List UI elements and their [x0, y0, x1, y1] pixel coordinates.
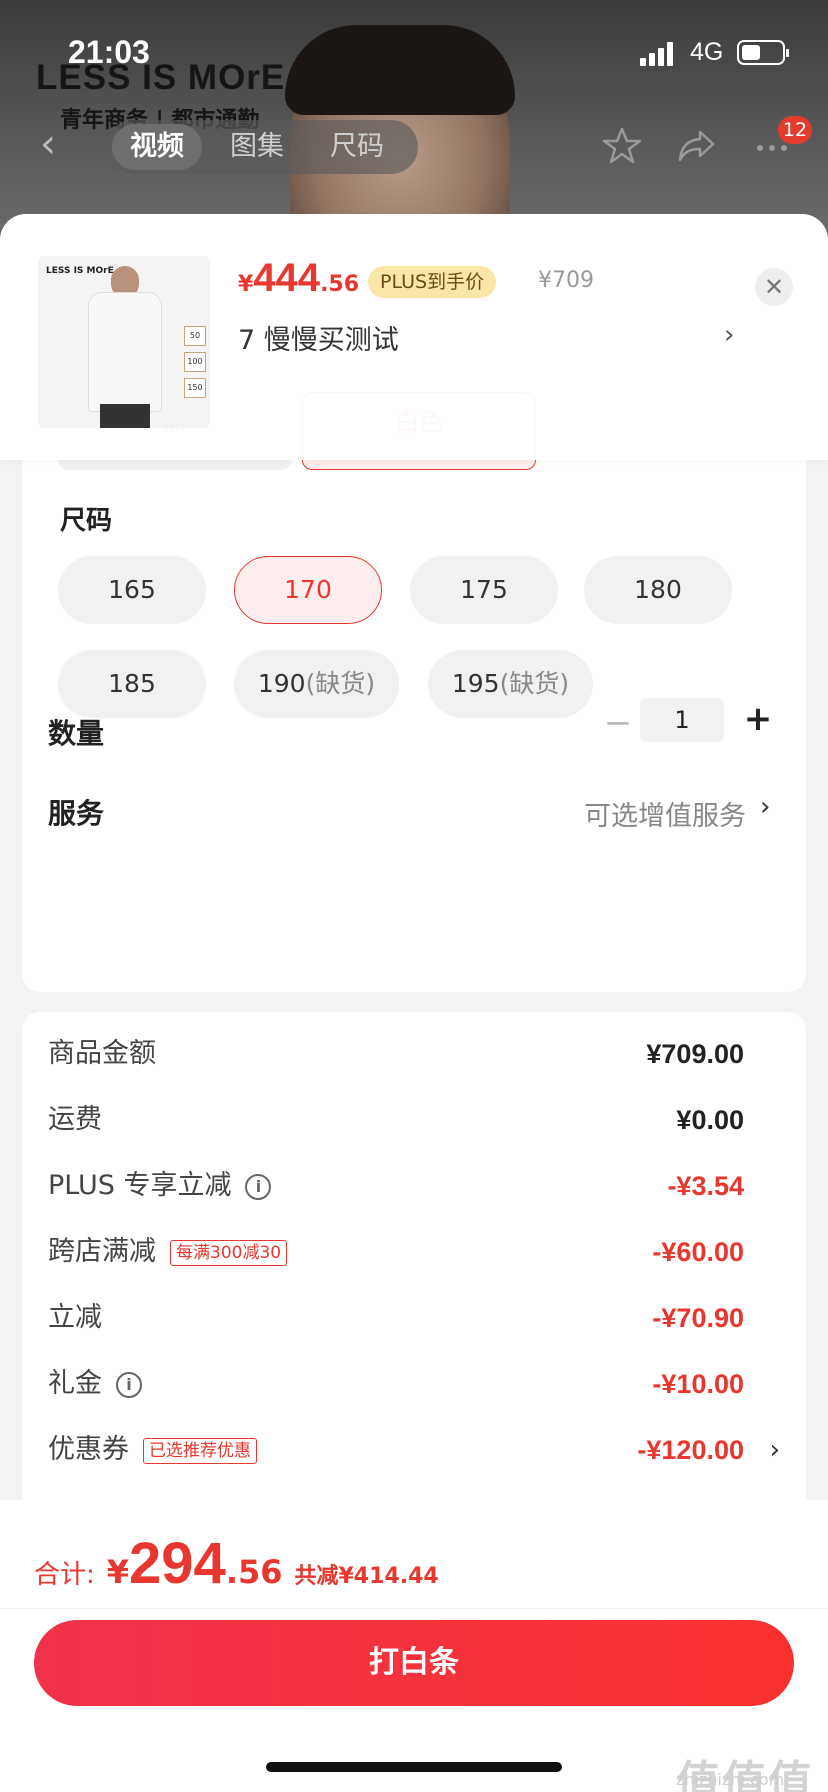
watermark-url: zhizhizhi.com [676, 1770, 785, 1789]
battery-icon [737, 40, 789, 65]
line-shipping: 运费 ¥0.00 [48, 1104, 744, 1135]
plus-price: ¥ 444 .56 [238, 256, 360, 300]
close-icon[interactable]: ✕ [755, 268, 793, 306]
info-icon[interactable]: i [245, 1173, 272, 1200]
size-option-185[interactable]: 185 [58, 650, 206, 718]
out-of-stock-label: (缺货) [499, 669, 570, 698]
info-icon[interactable]: i [116, 1371, 142, 1398]
quantity-plus-button[interactable]: + [738, 698, 778, 740]
back-chevron-icon[interactable]: ‹ [40, 124, 70, 164]
quantity-minus-button[interactable]: − [600, 702, 636, 744]
top-nav: ‹ 视频 图集 尺码 [0, 110, 828, 180]
total-price: 合计: ¥ 294 .56 共减¥414.44 [34, 1531, 439, 1596]
size-title: 尺码 [60, 506, 113, 536]
original-price: ¥709 [538, 268, 594, 293]
chevron-right-icon[interactable]: › [724, 320, 734, 350]
line-plus-discount: PLUS 专享立减 i -¥3.54 [48, 1170, 744, 1201]
quantity-input[interactable]: 1 [640, 698, 724, 742]
service-selector[interactable]: 可选增值服务 [584, 794, 746, 833]
notification-badge: 12 [778, 116, 812, 144]
price-breakdown-card: 商品金额 ¥709.00 运费 ¥0.00 PLUS 专享立减 i -¥3.54 … [22, 1012, 806, 1532]
sheet-header: LESS IS MOrE 50 100 150 ¥ 444 .56 PLUS到手… [0, 214, 828, 460]
line-gift-money: 礼金 i -¥10.00 [48, 1368, 744, 1399]
size-option-190[interactable]: 190(缺货) [234, 650, 399, 718]
total-label: 合计: [34, 1560, 95, 1590]
service-label: 服务 [48, 797, 105, 830]
selected-variant[interactable]: 7 慢慢买测试 [238, 318, 399, 357]
line-instant-discount: 立减 -¥70.90 [48, 1302, 744, 1333]
total-saved: 共减¥414.44 [294, 1564, 439, 1589]
product-thumbnail: LESS IS MOrE 50 100 150 [38, 256, 210, 428]
coupon-tag: 150 [184, 378, 206, 398]
size-option-165[interactable]: 165 [58, 556, 206, 624]
chevron-right-icon[interactable]: › [770, 1430, 780, 1470]
size-option-195[interactable]: 195(缺货) [428, 650, 593, 718]
share-icon[interactable] [676, 126, 716, 166]
network-type: 4G [690, 38, 724, 66]
tab-gallery[interactable]: 图集 [212, 124, 302, 170]
line-coupon[interactable]: 优惠券 已选推荐优惠 -¥120.00 › [48, 1430, 780, 1470]
line-goods-amount: 商品金额 ¥709.00 [48, 1038, 744, 1069]
media-tabs: 视频 图集 尺码 [106, 120, 418, 174]
chevron-right-icon[interactable]: › [760, 792, 770, 822]
size-option-170[interactable]: 170 [234, 556, 382, 624]
signal-icon [640, 42, 674, 66]
coupon-selected-tag: 已选推荐优惠 [143, 1437, 257, 1464]
pay-baitiao-button[interactable]: 打白条 [34, 1620, 794, 1706]
quantity-label: 数量 [48, 717, 105, 750]
checkout-bar: 合计: ¥ 294 .56 共减¥414.44 打白条 值值值 zhizhizh… [0, 1500, 828, 1792]
home-indicator[interactable] [266, 1762, 562, 1772]
status-bar: 21:03 4G [0, 0, 828, 100]
tab-video[interactable]: 视频 [112, 124, 202, 170]
star-icon[interactable] [602, 126, 642, 166]
plus-price-badge: PLUS到手价 [368, 266, 497, 298]
options-card: 黑 白色 尺码 165 170 175 180 185 190(缺货) 195(… [22, 382, 806, 992]
status-time: 21:03 [68, 34, 150, 70]
promo-tag: 每满300减30 [170, 1239, 288, 1266]
tab-size[interactable]: 尺码 [312, 124, 402, 170]
jacket-image [88, 292, 162, 412]
size-option-180[interactable]: 180 [584, 556, 732, 624]
out-of-stock-label: (缺货) [305, 669, 376, 698]
coupon-tag: 50 [184, 326, 206, 346]
thumb-brand: LESS IS MOrE [46, 266, 114, 276]
coupon-tag: 100 [184, 352, 206, 372]
line-cross-store-discount: 跨店满减 每满300减30 -¥60.00 [48, 1236, 744, 1267]
size-option-175[interactable]: 175 [410, 556, 558, 624]
divider [0, 1608, 828, 1609]
